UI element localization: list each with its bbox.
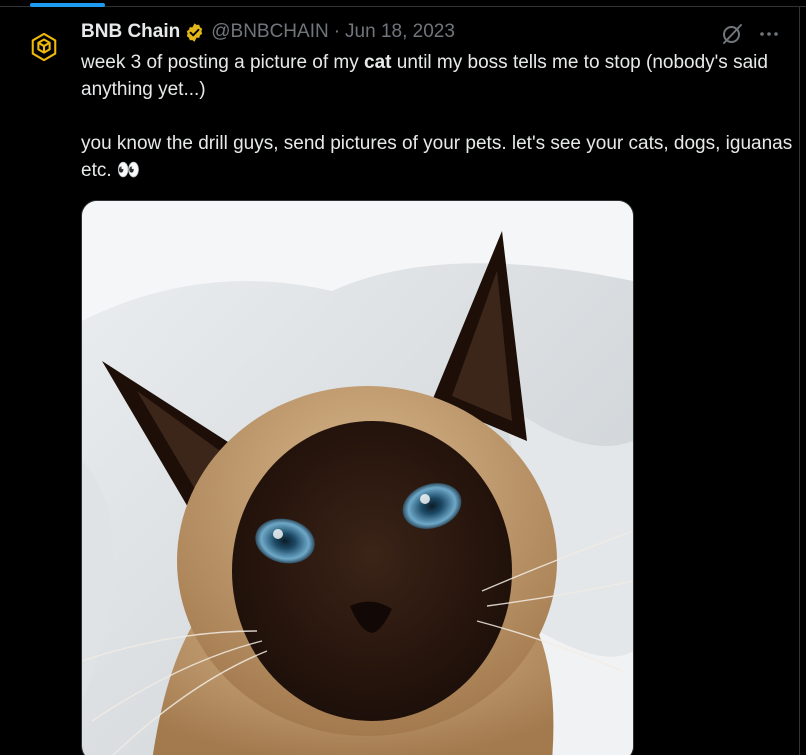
top-divider — [0, 6, 806, 7]
author-handle[interactable]: @BNBCHAIN — [211, 21, 328, 43]
tweet-header: BNB Chain @BNBCHAIN · Jun 18, 2023 — [81, 20, 455, 44]
avatar[interactable] — [24, 27, 64, 67]
tweet-timestamp[interactable]: Jun 18, 2023 — [345, 21, 455, 43]
tweet-text: week 3 of posting a picture of my cat un… — [81, 49, 793, 184]
tweet-paragraph-1: week 3 of posting a picture of my cat un… — [81, 49, 793, 103]
column-divider — [799, 6, 800, 755]
grok-icon[interactable] — [720, 22, 744, 46]
more-options-icon[interactable] — [757, 22, 781, 46]
header-separator: · — [333, 21, 341, 42]
tweet-text-bold: cat — [364, 52, 392, 73]
cat-photo — [82, 201, 633, 755]
author-name[interactable]: BNB Chain — [81, 21, 180, 43]
tweet-paragraph-2: you know the drill guys, send pictures o… — [81, 133, 793, 181]
tweet-text-part: week 3 of posting a picture of my — [81, 52, 365, 73]
bnb-logo-icon — [31, 32, 57, 62]
verified-badge-icon — [184, 22, 205, 43]
tab-indicator — [30, 3, 105, 7]
tweet-media-image[interactable] — [81, 200, 634, 755]
tweet-frame: BNB Chain @BNBCHAIN · Jun 18, 2023 week … — [0, 0, 806, 755]
